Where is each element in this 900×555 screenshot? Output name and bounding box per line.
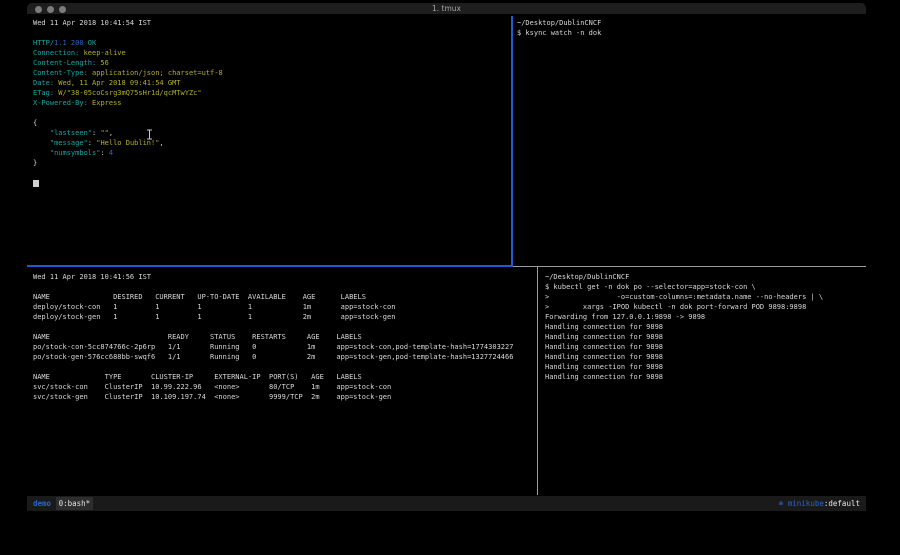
status-left: demo 0:bash* [33,496,93,511]
connection-line: Handling connection for 9898 [545,342,866,352]
kube-status: ☸ minikube:default [779,496,860,511]
json-body-block: "lastseen": "", "message": "Hello Dublin… [33,128,511,158]
kubectl-tables-block: NAME DESIRED CURRENT UP-TO-DATE AVAILABL… [33,292,537,402]
terminal-window: 1. tmux Wed 11 Apr 2018 10:41:54 IST HTT… [27,3,866,511]
tmux-panes: Wed 11 Apr 2018 10:41:54 IST HTTP/1.1 20… [27,16,866,495]
blank-line [33,322,537,332]
window-title: 1. tmux [27,3,866,15]
http-header-line: Content-Type: application/json; charset=… [33,68,511,78]
terminal-cursor [33,180,39,187]
json-entry-line: "lastseen": "", [33,128,511,138]
table-row: po/stock-con-5cc874766c-2p6rp 1/1 Runnin… [33,342,537,352]
pane-bottom-right[interactable]: ~/Desktop/DublinCNCF $ kubectl get -n do… [539,267,866,495]
timestamp-line: Wed 11 Apr 2018 10:41:56 IST [33,272,537,282]
http-status-line: HTTP/1.1 200 OK [33,38,511,48]
kube-context: minikube [788,499,824,508]
http-protocol: HTTP/ [33,39,54,47]
text-ibeam-cursor-icon [146,125,153,136]
table-header-row: NAME TYPE CLUSTER-IP EXTERNAL-IP PORT(S)… [33,372,537,382]
window-tab-active[interactable]: 0:bash* [56,497,94,510]
blank-line [33,28,511,38]
forwarding-line: Forwarding from 127.0.0.1:9898 -> 9898 [545,312,866,322]
timestamp-line: Wed 11 Apr 2018 10:41:54 IST [33,18,511,28]
http-status-text: OK [84,39,97,47]
pane-bottom-left[interactable]: Wed 11 Apr 2018 10:41:56 IST NAME DESIRE… [27,267,537,495]
connection-lines-block: Handling connection for 9898Handling con… [545,322,866,382]
command-line: > xargs -IPOD kubectl -n dok port-forwar… [545,302,866,312]
connection-line: Handling connection for 9898 [545,362,866,372]
json-open-brace: { [33,118,511,128]
blank-line [33,168,511,178]
titlebar[interactable]: 1. tmux [27,3,866,15]
blank-line [33,108,511,118]
session-name: demo [33,499,51,508]
cwd-line: ~/Desktop/DublinCNCF [545,272,866,282]
table-header-row: NAME READY STATUS RESTARTS AGE LABELS [33,332,537,342]
connection-line: Handling connection for 9898 [545,322,866,332]
table-row: deploy/stock-gen 1 1 1 1 2m app=stock-ge… [33,312,537,322]
http-header-line: X-Powered-By: Express [33,98,511,108]
http-header-line: Date: Wed, 11 Apr 2018 09:41:54 GMT [33,78,511,88]
table-row: svc/stock-gen ClusterIP 10.109.197.74 <n… [33,392,537,402]
json-entry-line: "message": "Hello Dublin!", [33,138,511,148]
pane-divider-vertical-bottom[interactable] [537,267,538,495]
blank-line [33,282,537,292]
http-version-code: 1.1 200 [54,39,84,47]
cwd-line: ~/Desktop/DublinCNCF [517,18,866,28]
command-line: > -o=custom-columns=:metadata.name --no-… [545,292,866,302]
table-row: deploy/stock-con 1 1 1 1 1m app=stock-co… [33,302,537,312]
connection-line: Handling connection for 9898 [545,352,866,362]
command-line: $ kubectl get -n dok po --selector=app=s… [545,282,866,292]
connection-line: Handling connection for 9898 [545,372,866,382]
command-lines-block: $ kubectl get -n dok po --selector=app=s… [545,282,866,312]
connection-line: Handling connection for 9898 [545,332,866,342]
kube-namespace: default [828,499,860,508]
json-close-brace: } [33,158,511,168]
pane-top-left[interactable]: Wed 11 Apr 2018 10:41:54 IST HTTP/1.1 20… [27,16,511,265]
json-entry-line: "numsymbols": 4 [33,148,511,158]
table-row: svc/stock-con ClusterIP 10.99.222.96 <no… [33,382,537,392]
http-header-line: ETag: W/"38-05coCsrg3mQ75sHr1d/qcMTwYZc" [33,88,511,98]
http-header-line: Content-Length: 56 [33,58,511,68]
blank-line [33,362,537,372]
tmux-status-bar: demo 0:bash* ☸ minikube:default [27,496,866,511]
http-headers-block: Connection: keep-aliveContent-Length: 56… [33,48,511,108]
cursor-line [33,178,511,188]
table-header-row: NAME DESIRED CURRENT UP-TO-DATE AVAILABL… [33,292,537,302]
http-header-line: Connection: keep-alive [33,48,511,58]
pane-top-right[interactable]: ~/Desktop/DublinCNCF $ ksync watch -n do… [513,16,866,265]
table-row: po/stock-gen-576cc688bb-swqf6 1/1 Runnin… [33,352,537,362]
command-line: $ ksync watch -n dok [517,28,866,38]
